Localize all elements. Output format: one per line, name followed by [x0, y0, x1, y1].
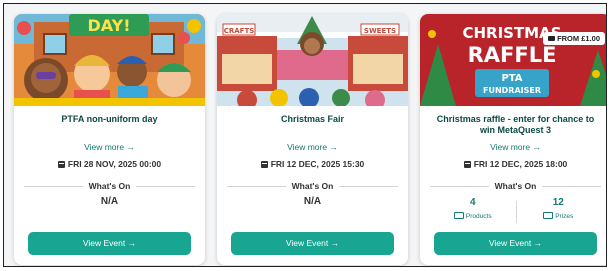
event-card-christmas-fair[interactable]: CRAFTS SWEETS Christmas Fair View more →…: [217, 14, 408, 265]
price-badge: FROM £1.00: [543, 32, 605, 45]
whats-on-stats: 4 Products 12 Prizes: [430, 197, 601, 227]
price-badge-text: FROM £1.00: [557, 34, 600, 43]
stat-products-label: Products: [465, 213, 492, 220]
hero-banner-text: DAY!: [87, 16, 130, 35]
gift-icon: [543, 212, 554, 219]
whats-on-label: What's On: [488, 181, 543, 191]
events-panel: DAY! PTFA non-uniform day View more → FR…: [3, 3, 607, 267]
event-image-christmas-fair[interactable]: CRAFTS SWEETS: [217, 14, 408, 106]
event-date: FRI 28 NOV, 2025 00:00: [14, 159, 205, 169]
event-date: FRI 12 DEC, 2025 18:00: [420, 159, 606, 169]
event-date-text: FRI 28 NOV, 2025 00:00: [67, 159, 162, 169]
event-date-text: FRI 12 DEC, 2025 18:00: [473, 159, 568, 169]
event-date: FRI 12 DEC, 2025 15:30: [217, 159, 408, 169]
stat-products-value: 4: [469, 197, 476, 208]
event-date-text: FRI 12 DEC, 2025 15:30: [270, 159, 365, 169]
calendar-icon: [260, 161, 268, 168]
whats-on-label: What's On: [285, 181, 340, 191]
view-event-button[interactable]: View Event →: [28, 232, 191, 255]
view-more-link[interactable]: View more →: [14, 142, 205, 152]
whats-on-value: N/A: [303, 196, 322, 207]
view-event-button[interactable]: View Event →: [231, 232, 394, 255]
whats-on-value: N/A: [100, 196, 119, 207]
ticket-icon: [548, 36, 556, 41]
raffle-fundraiser: FUNDRAISER: [483, 86, 541, 95]
view-more-link[interactable]: View more →: [217, 142, 408, 152]
event-image-non-uniform-day[interactable]: DAY!: [14, 14, 205, 106]
stat-prizes-label: Prizes: [555, 213, 574, 220]
event-title: Christmas raffle - enter for chance to w…: [436, 114, 595, 135]
event-card-christmas-raffle[interactable]: CHRISTMAS RAFFLE PTA FUNDRAISER FROM £1.…: [420, 14, 606, 265]
view-event-button[interactable]: View Event →: [434, 232, 597, 255]
event-card-non-uniform-day[interactable]: DAY! PTFA non-uniform day View more → FR…: [14, 14, 205, 265]
raffle-heading-2: RAFFLE: [468, 43, 557, 67]
event-title: Christmas Fair: [280, 114, 345, 124]
stat-prizes: 12 Prizes: [516, 197, 602, 220]
stat-products: 4 Products: [430, 197, 516, 220]
view-more-link[interactable]: View more →: [420, 142, 606, 152]
event-image-christmas-raffle[interactable]: CHRISTMAS RAFFLE PTA FUNDRAISER: [420, 14, 606, 106]
crafts-sign: CRAFTS: [224, 27, 255, 35]
raffle-pta: PTA: [501, 73, 522, 84]
event-title: PTFA non-uniform day: [61, 114, 158, 124]
sweets-sign: SWEETS: [364, 27, 396, 35]
calendar-icon: [463, 161, 471, 168]
products-icon: [453, 212, 464, 219]
stat-prizes-value: 12: [552, 197, 564, 208]
whats-on-label: What's On: [82, 181, 137, 191]
calendar-icon: [57, 161, 65, 168]
